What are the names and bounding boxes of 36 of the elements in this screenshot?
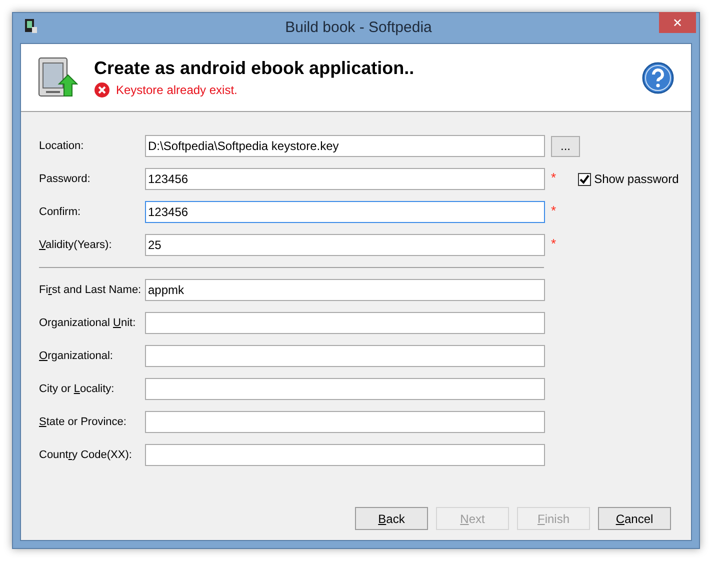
close-button[interactable]: ✕ xyxy=(659,12,696,33)
required-mark: * xyxy=(551,235,556,253)
input-field[interactable]: D:\Softpedia\Softpedia keystore.key xyxy=(145,135,545,157)
wizard-button[interactable]: Cancel xyxy=(598,507,671,530)
field-label: First and Last Name: xyxy=(39,282,142,298)
field-label: Password: xyxy=(39,172,92,187)
input-field[interactable]: 25 xyxy=(145,234,545,256)
required-mark: * xyxy=(551,202,556,220)
field-label: State or Province: xyxy=(39,414,128,430)
wizard-button[interactable]: Back xyxy=(355,507,428,530)
required-mark: * xyxy=(551,169,556,187)
error-message: Keystore already exist. xyxy=(116,82,238,98)
tablet-upload-icon xyxy=(38,56,78,98)
field-label: Organizational: xyxy=(39,348,114,364)
input-field[interactable] xyxy=(145,345,545,367)
input-field[interactable]: 123456 xyxy=(145,168,545,190)
window-title: Build book - Softpedia xyxy=(285,18,432,38)
input-field[interactable]: 123456 xyxy=(145,201,545,223)
field-label: Country Code(XX): xyxy=(39,448,133,463)
field-label: City or Locality: xyxy=(39,382,116,397)
browse-button[interactable]: ... xyxy=(551,136,580,156)
error-icon xyxy=(94,82,110,98)
input-field[interactable] xyxy=(145,444,545,466)
input-field[interactable] xyxy=(145,378,545,400)
field-label: Confirm: xyxy=(39,204,82,220)
input-field[interactable] xyxy=(145,411,545,433)
checkbox-label: Show password xyxy=(594,171,679,188)
field-label: Validity(Years): xyxy=(39,238,113,253)
app-icon xyxy=(24,18,38,34)
help-icon[interactable] xyxy=(642,62,674,94)
input-field[interactable]: appmk xyxy=(145,279,545,301)
header-title: Create as android ebook application.. xyxy=(94,56,414,78)
field-label: Location: xyxy=(39,138,85,154)
checkbox[interactable] xyxy=(578,172,592,186)
input-field[interactable] xyxy=(145,312,545,334)
field-label: Organizational Unit: xyxy=(39,316,137,331)
